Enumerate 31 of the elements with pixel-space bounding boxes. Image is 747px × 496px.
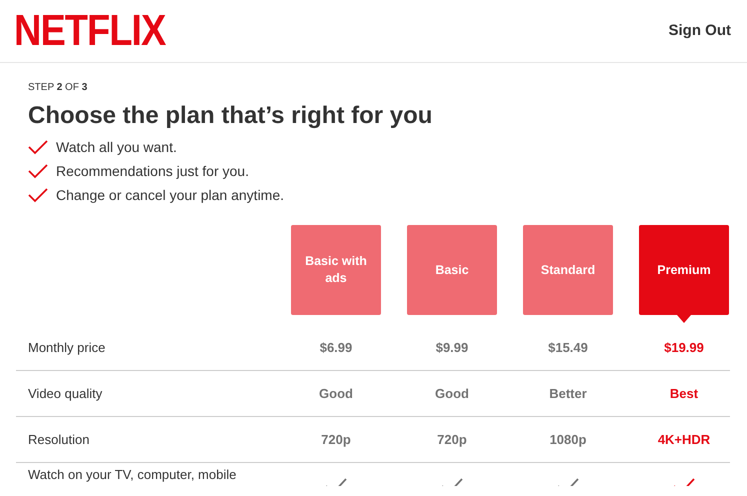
table-cell-text: 720p <box>321 430 351 449</box>
table-cell-text: $19.99 <box>664 338 704 357</box>
table-cell-text: Good <box>435 384 469 403</box>
row-label: Monthly price <box>27 338 106 357</box>
plan-card[interactable]: Premium <box>639 225 729 315</box>
table-cell-text: Better <box>549 384 587 403</box>
check-icon <box>28 187 48 203</box>
plan-card[interactable]: Basic with ads <box>291 225 381 315</box>
plan-card[interactable]: Basic <box>407 225 497 315</box>
sign-out-link[interactable]: Sign Out <box>668 20 731 42</box>
check-icon <box>28 139 48 155</box>
row-label: Watch on your TV, computer, mobile <box>27 466 238 483</box>
plan-card[interactable]: Standard <box>523 225 613 315</box>
table-cell-text: $15.49 <box>548 338 588 357</box>
table-cell-text: 4K+HDR <box>658 430 710 449</box>
table-cell-text: Best <box>670 384 698 403</box>
table-cell-text: 720p <box>437 430 467 449</box>
check-icon <box>28 163 48 179</box>
logo[interactable]: NETFLIX <box>14 9 166 53</box>
feature-text: Recommendations just for you. <box>56 162 249 181</box>
row-label: Resolution <box>27 430 90 449</box>
table-cell-text: $6.99 <box>320 338 352 357</box>
feature-text: Change or cancel your plan anytime. <box>56 186 284 205</box>
table-cell-text: $9.99 <box>436 338 468 357</box>
table-cell-text: 1080p <box>550 430 586 449</box>
pointer-icon <box>677 315 691 323</box>
page-title: Choose the plan that’s right for you <box>28 101 434 131</box>
table-cell-text: Good <box>319 384 353 403</box>
row-label: Video quality <box>27 384 104 403</box>
feature-text: Watch all you want. <box>56 138 177 157</box>
step-indicator: STEP 2 OF 3 <box>28 81 88 95</box>
